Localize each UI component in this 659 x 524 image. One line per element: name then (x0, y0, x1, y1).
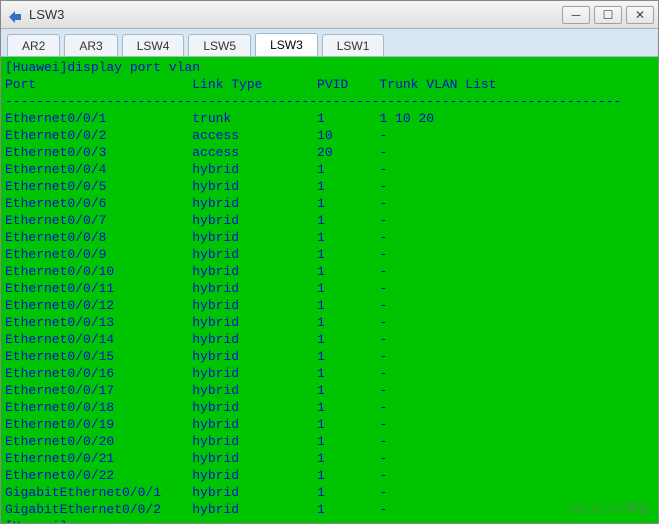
table-row: Ethernet0/0/13 hybrid 1 - (5, 314, 654, 331)
window-controls: ─ ☐ ✕ (562, 6, 658, 24)
table-row: Ethernet0/0/2 access 10 - (5, 127, 654, 144)
table-row: Ethernet0/0/10 hybrid 1 - (5, 263, 654, 280)
titlebar: LSW3 ─ ☐ ✕ (1, 1, 658, 29)
minimize-icon: ─ (572, 8, 581, 22)
terminal[interactable]: [Huawei]display port vlanPort Link Type … (1, 57, 658, 523)
table-row: Ethernet0/0/4 hybrid 1 - (5, 161, 654, 178)
table-row: Ethernet0/0/18 hybrid 1 - (5, 399, 654, 416)
tab-lsw5[interactable]: LSW5 (188, 34, 251, 56)
close-icon: ✕ (635, 8, 645, 22)
maximize-icon: ☐ (603, 8, 614, 22)
table-row: GigabitEthernet0/0/2 hybrid 1 - (5, 501, 654, 518)
table-row: Ethernet0/0/17 hybrid 1 - (5, 382, 654, 399)
maximize-button[interactable]: ☐ (594, 6, 622, 24)
table-row: Ethernet0/0/7 hybrid 1 - (5, 212, 654, 229)
table-row: Ethernet0/0/1 trunk 1 1 10 20 (5, 110, 654, 127)
app-icon (7, 7, 23, 23)
table-row: GigabitEthernet0/0/1 hybrid 1 - (5, 484, 654, 501)
minimize-button[interactable]: ─ (562, 6, 590, 24)
table-row: Ethernet0/0/12 hybrid 1 - (5, 297, 654, 314)
tab-ar2[interactable]: AR2 (7, 34, 60, 56)
table-row: Ethernet0/0/11 hybrid 1 - (5, 280, 654, 297)
table-row: Ethernet0/0/21 hybrid 1 - (5, 450, 654, 467)
tab-lsw4[interactable]: LSW4 (122, 34, 185, 56)
table-row: Ethernet0/0/19 hybrid 1 - (5, 416, 654, 433)
table-row: Ethernet0/0/16 hybrid 1 - (5, 365, 654, 382)
window-title: LSW3 (29, 7, 64, 22)
tab-bar: AR2AR3LSW4LSW5LSW3LSW1 (1, 29, 658, 57)
table-row: Ethernet0/0/6 hybrid 1 - (5, 195, 654, 212)
table-row: Ethernet0/0/8 hybrid 1 - (5, 229, 654, 246)
terminal-header: Port Link Type PVID Trunk VLAN List (5, 76, 654, 93)
table-row: Ethernet0/0/9 hybrid 1 - (5, 246, 654, 263)
table-row: Ethernet0/0/14 hybrid 1 - (5, 331, 654, 348)
terminal-command: [Huawei]display port vlan (5, 59, 654, 76)
tab-lsw3[interactable]: LSW3 (255, 33, 318, 56)
tab-ar3[interactable]: AR3 (64, 34, 117, 56)
table-row: Ethernet0/0/22 hybrid 1 - (5, 467, 654, 484)
table-row: Ethernet0/0/20 hybrid 1 - (5, 433, 654, 450)
terminal-divider: ----------------------------------------… (5, 93, 654, 110)
tab-lsw1[interactable]: LSW1 (322, 34, 385, 56)
table-row: Ethernet0/0/3 access 20 - (5, 144, 654, 161)
close-button[interactable]: ✕ (626, 6, 654, 24)
table-row: Ethernet0/0/15 hybrid 1 - (5, 348, 654, 365)
table-row: Ethernet0/0/5 hybrid 1 - (5, 178, 654, 195)
terminal-prompt: [Huawei] (5, 518, 654, 523)
